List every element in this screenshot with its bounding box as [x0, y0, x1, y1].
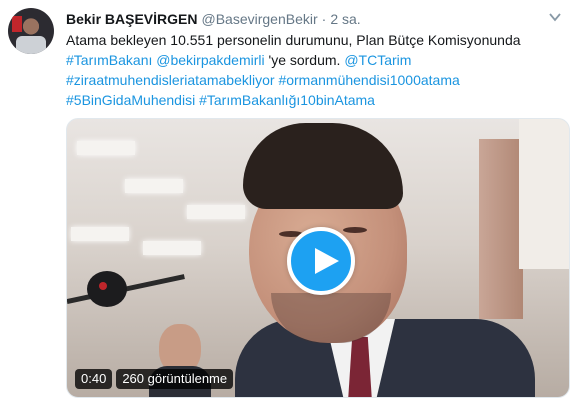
hashtag-link[interactable]: #TarımBakanı: [66, 52, 152, 68]
chevron-down-icon[interactable]: [549, 12, 561, 22]
mention-link[interactable]: @TCTarim: [344, 52, 411, 68]
tweet-text-line-2: #TarımBakanı @bekirpakdemirli 'ye sordum…: [66, 50, 566, 70]
mention-link[interactable]: @bekirpakdemirli: [156, 52, 264, 68]
speaker: [235, 123, 535, 397]
speaker-hair: [243, 123, 403, 209]
tweet-header: Bekir BAŞEVİRGEN @BasevirgenBekir · 2 sa…: [66, 10, 361, 28]
timestamp[interactable]: 2 sa.: [330, 11, 360, 27]
tweet-text: Atama bekleyen 10.551 personelin durumun…: [66, 30, 566, 110]
display-name[interactable]: Bekir BAŞEVİRGEN: [66, 11, 197, 27]
avatar[interactable]: [8, 8, 54, 54]
user-handle[interactable]: @BasevirgenBekir: [201, 11, 317, 27]
ceiling-light: [77, 141, 135, 155]
play-icon: [315, 248, 339, 274]
hashtag-link[interactable]: #ormanmühendisi1000atama: [278, 72, 459, 88]
tweet-text-line-3: #ziraatmuhendisleriatamabekliyor #ormanm…: [66, 70, 566, 90]
separator-dot: ·: [321, 11, 327, 27]
play-button[interactable]: [287, 227, 355, 295]
ceiling-light: [125, 179, 183, 193]
flag-graphic: [12, 16, 22, 32]
ceiling-light: [143, 241, 201, 255]
hashtag-link[interactable]: #TarımBakanlığı10binAtama: [199, 92, 375, 108]
hashtag-link[interactable]: #5BinGidaMuhendisi: [66, 92, 195, 108]
tweet-text-fragment: 'ye sordum.: [264, 52, 345, 68]
hashtag-link[interactable]: #ziraatmuhendisleriatamabekliyor: [66, 72, 275, 88]
video-overlay: 0:40 260 görüntülenme: [75, 369, 234, 389]
view-count: 260 görüntülenme: [116, 369, 234, 389]
video-player[interactable]: 0:40 260 görüntülenme: [66, 118, 570, 398]
video-duration: 0:40: [75, 369, 113, 389]
microphone-indicator: [99, 282, 107, 290]
microphone: [87, 271, 127, 307]
tweet-card[interactable]: Bekir BAŞEVİRGEN @BasevirgenBekir · 2 sa…: [0, 0, 579, 407]
tweet-text-line-1: Atama bekleyen 10.551 personelin durumun…: [66, 32, 521, 48]
tweet-text-line-4: #5BinGidaMuhendisi #TarımBakanlığı10binA…: [66, 90, 566, 110]
speaker-eye: [343, 227, 367, 233]
ceiling-light: [71, 227, 129, 241]
avatar-shirt: [16, 36, 46, 54]
